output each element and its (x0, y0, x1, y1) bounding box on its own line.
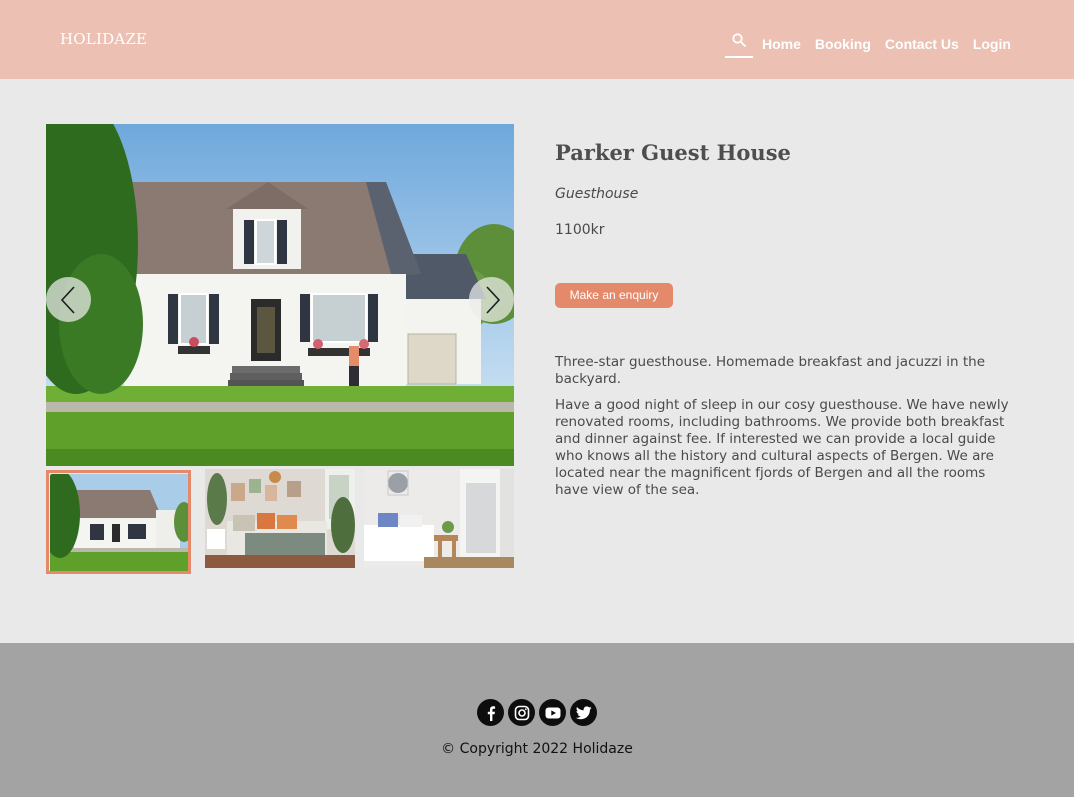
search-icon (732, 33, 746, 47)
listing-title: Parker Guest House (555, 140, 791, 165)
thumbnail-bedroom[interactable] (205, 469, 355, 568)
listing-short-description: Three-star guesthouse. Homemade breakfas… (555, 354, 986, 387)
instagram-link[interactable] (508, 699, 535, 726)
listing-price: 1100kr (555, 222, 605, 238)
chevron-right-icon (485, 285, 500, 314)
make-enquiry-button[interactable]: Make an enquiry (555, 283, 673, 308)
bedroom-photo (205, 469, 355, 568)
nav-link-login[interactable]: Login (973, 36, 1011, 53)
site-logo[interactable]: HOLIDAZE (60, 30, 147, 48)
chevron-left-icon (60, 285, 75, 314)
carousel-next-button[interactable] (469, 277, 514, 322)
gallery-thumbnails (46, 469, 516, 579)
listing-long-description: Have a good night of sleep in our cosy g… (555, 397, 1009, 498)
thumbnail-house-exterior[interactable] (46, 470, 191, 574)
search-button[interactable] (725, 32, 753, 58)
nav-link-contact[interactable]: Contact Us (885, 36, 959, 53)
bright-bedroom-photo (364, 469, 514, 568)
nav-link-home[interactable]: Home (762, 36, 801, 53)
main-nav: Home Booking Contact Us Login (725, 31, 1025, 58)
nav-link-booking[interactable]: Booking (815, 36, 871, 53)
youtube-link[interactable] (539, 699, 566, 726)
facebook-icon (487, 705, 495, 721)
social-links (477, 699, 601, 727)
gallery-main-image (46, 124, 514, 466)
youtube-icon (545, 707, 560, 718)
house-exterior-photo (46, 124, 514, 466)
house-exterior-photo (49, 473, 188, 571)
twitter-icon (575, 705, 592, 719)
instagram-icon (514, 705, 529, 720)
thumbnail-bright-bedroom[interactable] (364, 469, 514, 568)
site-header: HOLIDAZE Home Booking Contact Us Login (0, 0, 1074, 79)
carousel-prev-button[interactable] (46, 277, 91, 322)
twitter-link[interactable] (570, 699, 597, 726)
copyright-text: © Copyright 2022 Holidaze (441, 741, 633, 757)
facebook-link[interactable] (477, 699, 504, 726)
listing-type: Guesthouse (555, 186, 639, 202)
site-footer: © Copyright 2022 Holidaze (0, 643, 1074, 797)
